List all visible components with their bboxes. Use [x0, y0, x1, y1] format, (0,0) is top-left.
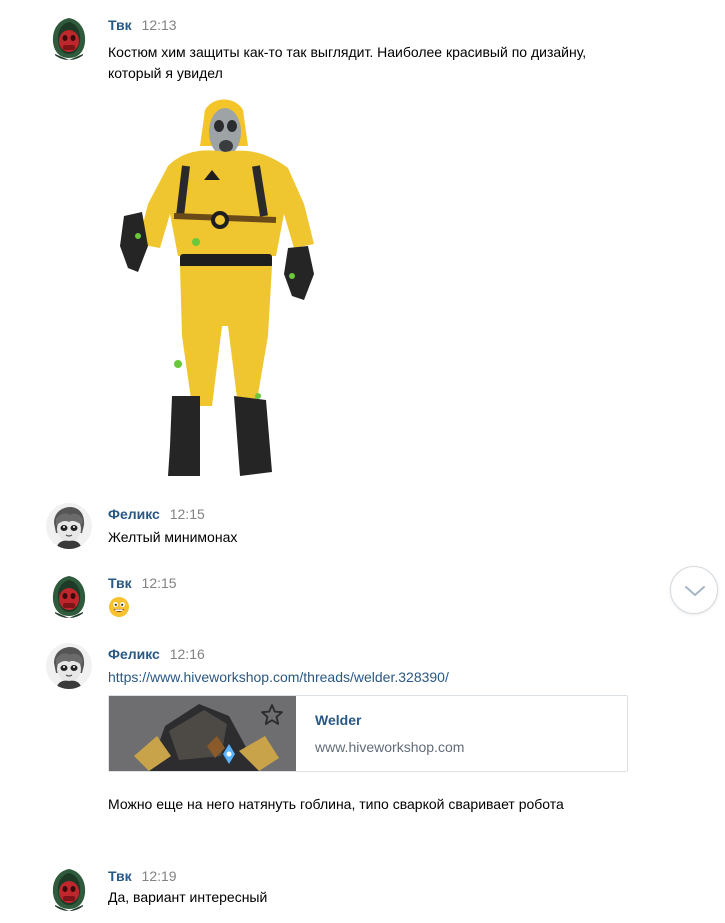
message-text: Желтый минимонах	[108, 529, 238, 545]
avatar[interactable]	[46, 572, 92, 618]
chevron-down-icon	[685, 586, 705, 596]
author-name[interactable]: Феликс	[108, 646, 160, 662]
message-header: Твк 12:15	[108, 575, 177, 591]
message-text: Можно еще на него натянуть гоблина, типо…	[108, 796, 564, 812]
message-header: Твк 12:19	[108, 868, 177, 884]
message-text: Да, вариант интересный	[108, 889, 268, 905]
message-time[interactable]: 12:16	[170, 646, 205, 662]
avatar[interactable]	[46, 643, 92, 689]
snippet-thumbnail[interactable]	[109, 696, 296, 771]
snippet-host: www.hiveworkshop.com	[315, 739, 465, 755]
message-link-line: https://www.hiveworkshop.com/threads/wel…	[108, 667, 638, 688]
message-time[interactable]: 12:13	[142, 17, 177, 33]
message-time[interactable]: 12:15	[142, 575, 177, 591]
author-name[interactable]: Твк	[108, 17, 132, 33]
message-header: Феликс 12:16	[108, 646, 205, 662]
author-name[interactable]: Твк	[108, 575, 132, 591]
author-name[interactable]: Феликс	[108, 506, 160, 522]
hazmat-suit-photo[interactable]	[108, 96, 318, 476]
message-link[interactable]: https://www.hiveworkshop.com/threads/wel…	[108, 669, 449, 685]
message-header: Твк 12:13	[108, 17, 177, 33]
snippet-title[interactable]: Welder	[315, 712, 361, 728]
avatar[interactable]	[46, 14, 92, 60]
message-time[interactable]: 12:19	[142, 868, 177, 884]
avatar[interactable]	[46, 865, 92, 911]
link-snippet-card[interactable]: Welder www.hiveworkshop.com	[108, 695, 628, 772]
message-header: Феликс 12:15	[108, 506, 205, 522]
message-text: Костюм хим защиты как-то так выглядит. Н…	[108, 44, 587, 81]
grinning-face-emoji-icon	[109, 597, 129, 617]
star-icon[interactable]	[259, 702, 285, 728]
avatar[interactable]	[46, 503, 92, 549]
author-name[interactable]: Твк	[108, 868, 132, 884]
message-time[interactable]: 12:15	[170, 506, 205, 522]
scroll-down-button[interactable]	[670, 566, 718, 614]
